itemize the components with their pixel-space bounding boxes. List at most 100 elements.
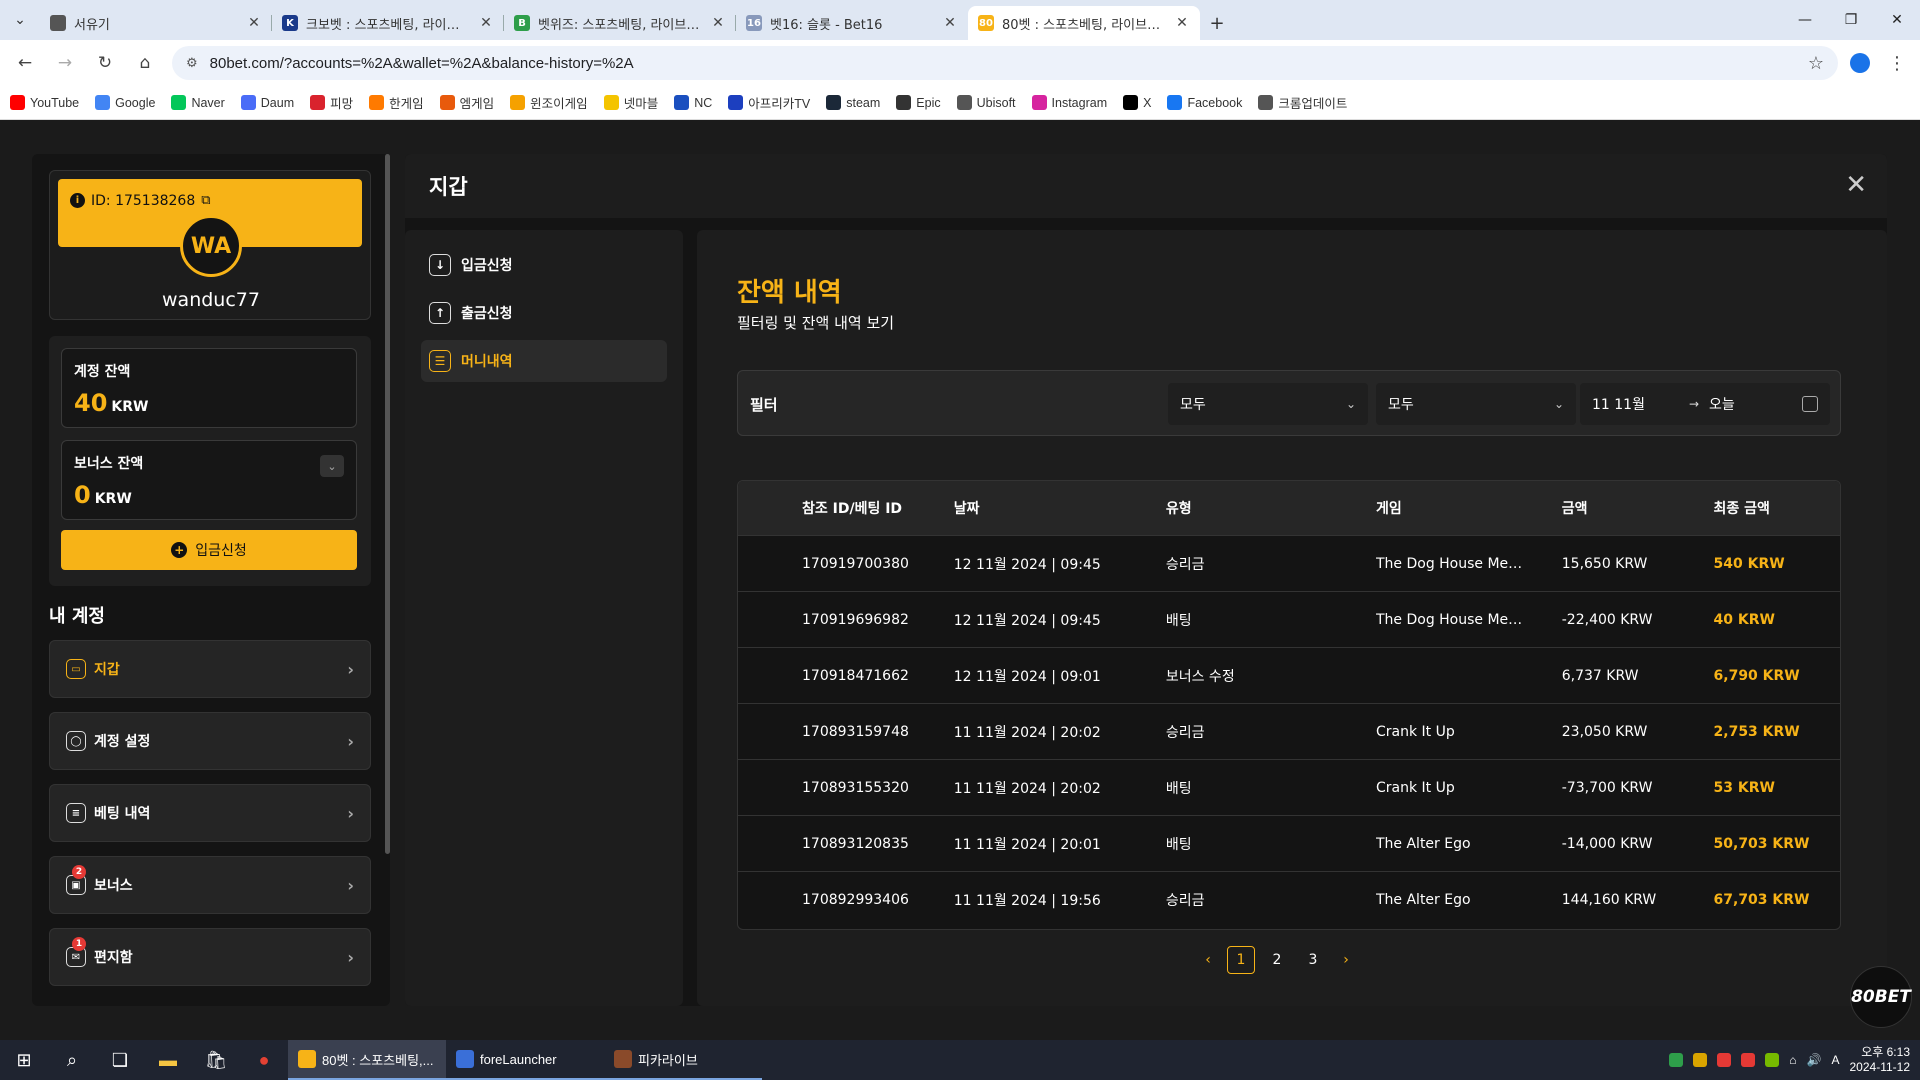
table-row: 170893155320 11 11월 2024 | 20:02 배팅 Crank I…	[738, 759, 1840, 815]
ime-icon[interactable]: A	[1831, 1053, 1839, 1067]
bookmark-label: X	[1143, 95, 1152, 110]
sidebar-item-receipt[interactable]: ≡ 베팅 내역 ›	[49, 784, 371, 842]
date-range-picker[interactable]: 11 11월 → 오늘	[1580, 383, 1830, 425]
address-bar[interactable]: ⚙ 80bet.com/?accounts=%2A&wallet=%2A&bal…	[172, 46, 1838, 80]
close-icon[interactable]: ✕	[1845, 172, 1867, 198]
bookmark-star-icon[interactable]: ☆	[1808, 53, 1824, 74]
bookmark-item[interactable]: X	[1123, 95, 1151, 110]
security-icon[interactable]	[1669, 1053, 1684, 1067]
chrome-icon[interactable]: ●	[240, 1040, 288, 1080]
deposit-button[interactable]: + 입금신청	[61, 530, 357, 570]
forward-icon[interactable]: →	[48, 46, 82, 80]
tab-search-icon[interactable]: ⌄	[0, 0, 40, 40]
tab-close-icon[interactable]: ✕	[1174, 15, 1190, 31]
browser-tab[interactable]: 16 벳16: 슬롯 - Bet16 ✕	[736, 6, 968, 40]
wallet-modal: 지갑 ✕ ↓ 입금신청 ↑ 출금신청 ☰ 머니내역 잔액 내역 필터링 및 잔액 내역 보…	[405, 154, 1887, 1006]
bonus-balance-box: 보너스 잔액 0 KRW ⌄	[61, 440, 357, 520]
taskbar-app[interactable]: 피카라이브	[604, 1040, 762, 1080]
browser-tab[interactable]: K 크보벳 : 스포츠베팅, 라이브카지노 ✕	[272, 6, 504, 40]
tab-close-icon[interactable]: ✕	[710, 15, 726, 31]
page-button[interactable]: 2	[1263, 946, 1291, 974]
browser-menu-icon[interactable]: ⋮	[1882, 53, 1912, 74]
windows-start-icon[interactable]: ⊞	[0, 1040, 48, 1080]
bookmark-favicon-icon	[896, 95, 912, 110]
sidebar-item-gift[interactable]: ▣ 2 보너스 ›	[49, 856, 371, 914]
sidebar-item-wallet[interactable]: ▭ 지갑 ›	[49, 640, 371, 698]
bookmark-item[interactable]: YouTube	[10, 95, 79, 110]
home-icon[interactable]: ⌂	[128, 46, 162, 80]
bookmark-item[interactable]: NC	[674, 95, 712, 110]
game-select[interactable]: 모두 ⌄	[1376, 383, 1576, 425]
back-icon[interactable]: ←	[8, 46, 42, 80]
bookmark-item[interactable]: 피망	[310, 93, 353, 112]
browser-tab[interactable]: B 벳위즈: 스포츠베팅, 라이브카지노 ✕	[504, 6, 736, 40]
date-to: 오늘	[1709, 397, 1735, 413]
sidebar-scrollbar[interactable]	[385, 154, 390, 854]
window-controls: — ❐ ✕	[1782, 0, 1920, 40]
store-icon[interactable]: 🛍	[192, 1040, 240, 1080]
calendar-icon[interactable]	[1802, 396, 1818, 412]
bookmark-item[interactable]: 윈조이게임	[510, 93, 588, 112]
account-balance-box: 계정 잔액 40 KRW	[61, 348, 357, 428]
sidebar-item-message[interactable]: ✉ 1 편지함 ›	[49, 928, 371, 986]
page-button[interactable]: 3	[1299, 946, 1327, 974]
prev-page-icon[interactable]: ‹	[1197, 952, 1219, 968]
bookmark-item[interactable]: 아프리카TV	[728, 93, 810, 112]
chevron-down-icon[interactable]: ⌄	[320, 455, 344, 477]
clock[interactable]: 오후 6:13 2024-11-12	[1850, 1045, 1911, 1075]
network-icon[interactable]: ⌂	[1789, 1053, 1796, 1067]
reload-icon[interactable]: ↻	[88, 46, 122, 80]
wallet-nav-upload[interactable]: ↑ 출금신청	[421, 292, 667, 334]
browser-tab[interactable]: 80 80벳 : 스포츠베팅, 라이브카지노 ✕	[968, 6, 1200, 40]
tab-close-icon[interactable]: ✕	[942, 15, 958, 31]
nvidia-icon[interactable]	[1765, 1053, 1780, 1067]
task-view-icon[interactable]: ❏	[96, 1040, 144, 1080]
sidebar-item-user[interactable]: ◯ 계정 설정 ›	[49, 712, 371, 770]
table-cell: The Dog House Megaways	[1375, 555, 1528, 572]
bookmark-item[interactable]: Daum	[240, 95, 294, 110]
bookmark-item[interactable]: 넷마블	[603, 93, 658, 112]
bookmark-item[interactable]: Ubisoft	[956, 95, 1016, 110]
bookmark-item[interactable]: steam	[826, 95, 880, 110]
page-button[interactable]: 1	[1227, 946, 1255, 974]
app-tray-icon[interactable]	[1741, 1053, 1756, 1067]
new-tab-button[interactable]: +	[1200, 6, 1234, 40]
wallet-nav-download[interactable]: ↓ 입금신청	[421, 244, 667, 286]
media-icon[interactable]	[1717, 1053, 1732, 1067]
tab-close-icon[interactable]: ✕	[478, 15, 494, 31]
close-window-icon[interactable]: ✕	[1874, 0, 1920, 40]
bookmark-label: 크롬업데이트	[1278, 97, 1348, 111]
minimize-icon[interactable]: —	[1782, 0, 1828, 40]
tab-close-icon[interactable]: ✕	[246, 15, 262, 31]
browser-tab[interactable]: 서유기 ✕	[40, 6, 272, 40]
volume-icon[interactable]: 🔊	[1807, 1053, 1822, 1067]
table-cell: -73,700 KRW	[1561, 779, 1653, 796]
next-page-icon[interactable]: ›	[1335, 952, 1357, 968]
chevron-down-icon: ⌄	[1345, 397, 1356, 411]
wallet-nav-history[interactable]: ☰ 머니내역	[421, 340, 667, 382]
brand-logo[interactable]: 80BET	[1850, 966, 1912, 1028]
bookmark-item[interactable]: 크롬업데이트	[1258, 93, 1347, 112]
clock-date: 2024-11-12	[1849, 1060, 1911, 1074]
search-icon[interactable]: ⌕	[48, 1040, 96, 1080]
bookmark-item[interactable]: 한게임	[369, 93, 424, 112]
url-text[interactable]: 80bet.com/?accounts=%2A&wallet=%2A&balan…	[210, 55, 1796, 72]
site-info-icon[interactable]: ⚙	[186, 56, 198, 71]
restore-icon[interactable]: ❐	[1828, 0, 1874, 40]
bookmark-item[interactable]: Naver	[171, 95, 225, 110]
type-select[interactable]: 모두 ⌄	[1168, 383, 1368, 425]
profile-card: i ID: 175138268 ⧉ WA wanduc77	[49, 170, 371, 320]
bookmark-item[interactable]: Instagram	[1031, 95, 1107, 110]
bookmark-item[interactable]: 엠게임	[439, 93, 494, 112]
bookmark-item[interactable]: Facebook	[1167, 95, 1242, 110]
profile-avatar-icon[interactable]	[1844, 47, 1876, 79]
taskbar-app[interactable]: 80벳 : 스포츠베팅,...	[288, 1040, 446, 1080]
copy-icon[interactable]: ⧉	[201, 193, 210, 208]
taskbar-app[interactable]: foreLauncher	[446, 1040, 604, 1080]
bookmark-label: Ubisoft	[976, 95, 1016, 110]
table-cell: 170918471662	[802, 667, 909, 684]
shield-icon[interactable]	[1693, 1053, 1708, 1067]
bookmark-item[interactable]: Epic	[896, 95, 941, 110]
bookmark-item[interactable]: Google	[95, 95, 155, 110]
file-explorer-icon[interactable]: ▬	[144, 1040, 192, 1080]
